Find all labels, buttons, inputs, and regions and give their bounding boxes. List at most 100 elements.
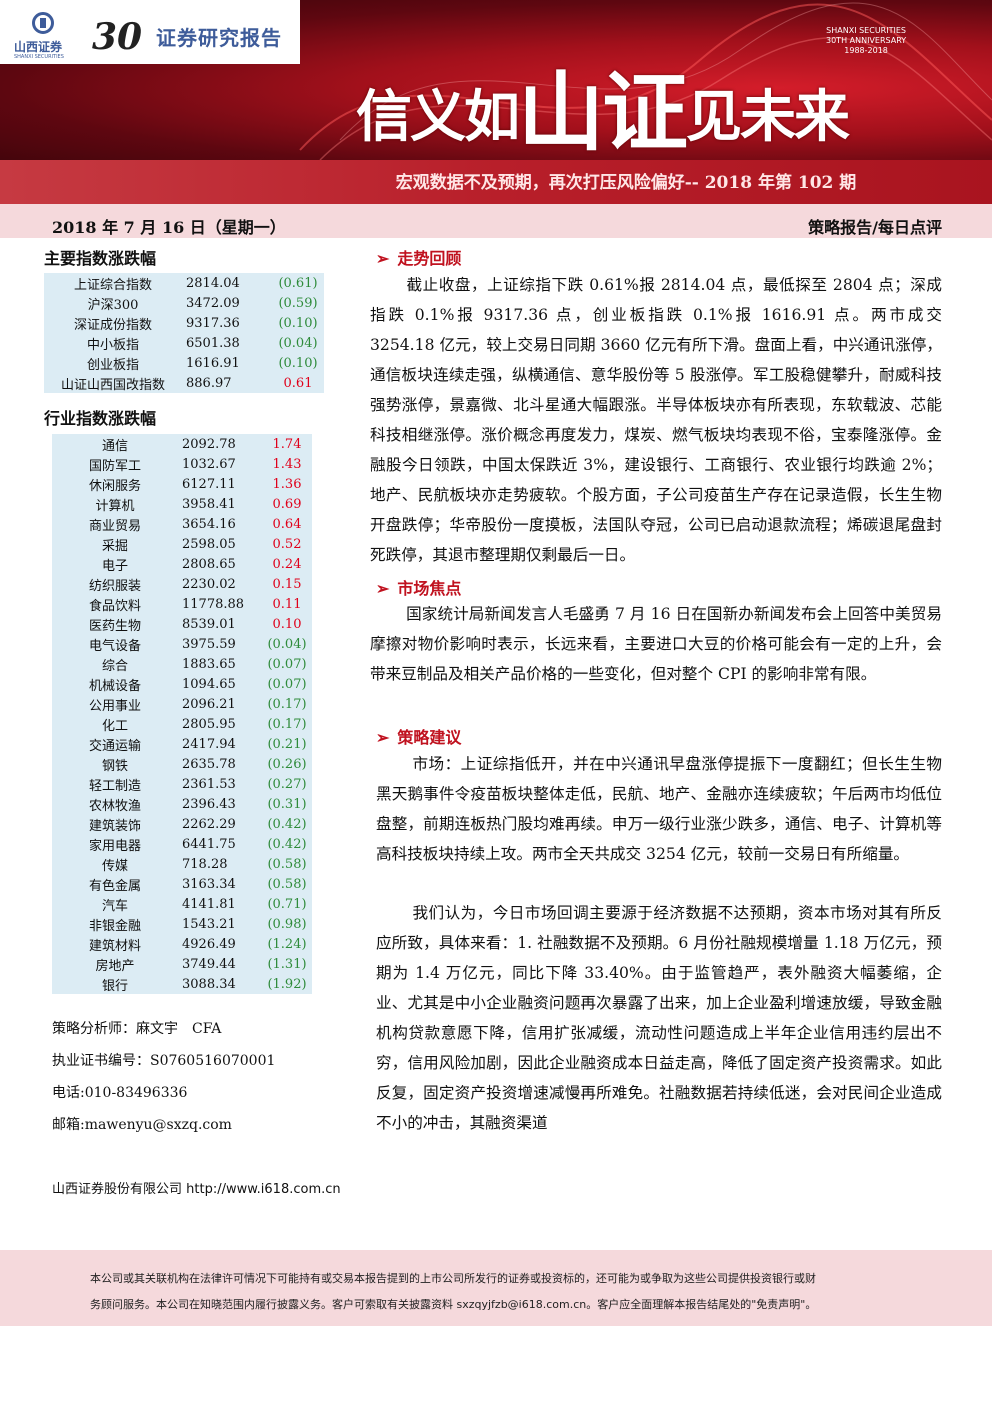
- analyst-name: 策略分析师：麻文宇 CFA: [52, 1021, 222, 1037]
- index-change: (0.04): [278, 335, 318, 351]
- index-name: 汽车: [101, 898, 128, 914]
- index-value: 1543.21: [182, 916, 236, 932]
- index-name: 公用事业: [88, 698, 141, 714]
- index-value: 886.97: [186, 375, 232, 391]
- index-change: 1.43: [272, 456, 302, 472]
- analyst-email[interactable]: 邮箱:mawenyu@sxzq.com: [52, 1114, 232, 1134]
- table-row: 汽车 4141.81 (0.71): [52, 894, 312, 914]
- index-change: 0.64: [272, 516, 302, 532]
- table-row: 农林牧渔 2396.43 (0.31): [52, 794, 312, 814]
- index-name: 通信: [101, 438, 128, 454]
- date-strip: 2018 年 7 月 16 日（星期一） 策略报告/每日点评: [0, 204, 992, 238]
- table-row: 深证成份指数 9317.36 (0.10): [44, 313, 324, 333]
- slogan-part: 信义如: [356, 84, 520, 150]
- index-value: 9317.36: [186, 315, 240, 331]
- table-row: 电气设备 3975.59 (0.04): [52, 634, 312, 654]
- table-row: 中小板指 6501.38 (0.04): [44, 333, 324, 353]
- company-footer-line[interactable]: 山西证券股份有限公司 http://www.i618.com.cn: [52, 1178, 341, 1197]
- index-value: 718.28: [182, 856, 228, 872]
- index-change: (0.42): [267, 836, 307, 852]
- index-value: 3654.16: [182, 516, 236, 532]
- index-change: 0.11: [272, 596, 302, 612]
- index-value: 2262.29: [182, 816, 236, 832]
- index-change: 1.74: [272, 436, 302, 452]
- index-change: (0.07): [267, 676, 307, 692]
- index-name: 交通运输: [88, 738, 141, 754]
- table-row: 综合 1883.65 (0.07): [52, 654, 312, 674]
- table-row: 公用事业 2096.21 (0.17): [52, 694, 312, 714]
- index-name: 医药生物: [88, 618, 141, 634]
- index-name: 传媒: [101, 858, 128, 874]
- disclaimer-line: 本公司或其关联机构在法律许可情况下可能持有或交易本报告提到的上市公司所发行的证券…: [90, 1272, 816, 1285]
- table-row: 建筑材料 4926.49 (1.24): [52, 934, 312, 954]
- index-value: 2417.94: [182, 736, 236, 752]
- index-value: 1616.91: [186, 355, 240, 371]
- index-change: (0.58): [267, 856, 307, 872]
- index-value: 11778.88: [182, 596, 245, 612]
- index-name: 计算机: [95, 498, 135, 514]
- table-row: 建筑装饰 2262.29 (0.42): [52, 814, 312, 834]
- table-row: 化工 2805.95 (0.17): [52, 714, 312, 734]
- report-date: 2018 年 7 月 16 日（星期一）: [52, 218, 286, 237]
- index-value: 6441.75: [182, 836, 236, 852]
- index-name: 非银金融: [88, 918, 141, 934]
- table-row: 非银金融 1543.21 (0.98): [52, 914, 312, 934]
- table-row: 纺织服装 2230.02 0.15: [52, 574, 312, 594]
- disclaimer-strip: 本公司或其关联机构在法律许可情况下可能持有或交易本报告提到的上市公司所发行的证券…: [0, 1250, 992, 1326]
- index-name: 采掘: [101, 538, 128, 554]
- index-name: 中小板指: [86, 337, 139, 353]
- advice-text-1: 市场：上证综指低开，并在中兴通讯早盘涨停提振下一度翻红；但长生生物黑天鹅事件令疫…: [376, 755, 942, 863]
- header-banner: 山西证券 SHANXI SECURITIES 30 证券研究报告 SHANXI …: [0, 0, 992, 160]
- table-row: 商业贸易 3654.16 0.64: [52, 514, 312, 534]
- advice-paragraph-2: 我们认为，今日市场回调主要源于经济数据不达预期，资本市场对其有所反应所致，具体来…: [376, 898, 942, 1138]
- review-text: 截止收盘，上证综指下跌 0.61%报 2814.04 点，最低探至 2804 点…: [370, 276, 942, 564]
- index-change: (0.42): [267, 816, 307, 832]
- index-change: (0.26): [267, 756, 307, 772]
- table-row: 通信 2092.78 1.74: [52, 434, 312, 454]
- table-row: 上证综合指数 2814.04 (0.61): [44, 273, 324, 293]
- index-name: 机械设备: [88, 678, 141, 694]
- arrow-right-icon: ➢: [376, 728, 390, 747]
- index-change: (1.31): [267, 956, 307, 972]
- index-change: (0.31): [267, 796, 307, 812]
- index-name: 创业板指: [86, 357, 139, 373]
- logo-company-name: 山西证券: [14, 40, 63, 54]
- index-value: 2805.95: [182, 716, 236, 732]
- badge-line: SHANXI SECURITIES: [826, 26, 906, 35]
- table-row: 银行 3088.34 (1.92): [52, 974, 312, 994]
- index-change: (0.98): [267, 916, 307, 932]
- section-advice-heading: ➢ 策略建议: [376, 724, 461, 748]
- index-value: 3975.59: [182, 636, 236, 652]
- index-change: (0.59): [278, 295, 318, 311]
- index-name: 上证综合指数: [73, 277, 152, 293]
- advice-text-2: 我们认为，今日市场回调主要源于经济数据不达预期，资本市场对其有所反应所致，具体来…: [376, 904, 942, 1132]
- main-index-title: 主要指数涨跌幅: [44, 249, 157, 268]
- index-change: (0.27): [267, 776, 307, 792]
- index-name: 银行: [101, 978, 128, 994]
- table-row: 国防军工 1032.67 1.43: [52, 454, 312, 474]
- table-row: 电子 2808.65 0.24: [52, 554, 312, 574]
- industry-index-title: 行业指数涨跌幅: [44, 409, 157, 428]
- table-row: 传媒 718.28 (0.58): [52, 854, 312, 874]
- index-name: 商业贸易: [88, 518, 141, 534]
- index-value: 2096.21: [182, 696, 236, 712]
- index-name: 电气设备: [88, 638, 141, 654]
- index-name: 有色金属: [88, 878, 141, 894]
- index-name: 综合: [101, 658, 128, 674]
- index-name: 农林牧渔: [88, 798, 141, 814]
- index-change: 0.61: [283, 375, 313, 391]
- index-change: (0.17): [267, 696, 307, 712]
- title-strip: 宏观数据不及预期，再次打压风险偏好-- 2018 年第 102 期: [0, 160, 992, 204]
- index-change: (0.61): [278, 275, 318, 291]
- table-row: 休闲服务 6127.11 1.36: [52, 474, 312, 494]
- index-value: 2230.02: [182, 576, 236, 592]
- table-row: 交通运输 2417.94 (0.21): [52, 734, 312, 754]
- table-row: 机械设备 1094.65 (0.07): [52, 674, 312, 694]
- index-change: (1.92): [267, 976, 307, 992]
- table-row: 采掘 2598.05 0.52: [52, 534, 312, 554]
- index-name: 钢铁: [101, 758, 128, 774]
- index-value: 4141.81: [182, 896, 236, 912]
- index-value: 2092.78: [182, 436, 236, 452]
- index-name: 食品饮料: [88, 598, 141, 614]
- index-name: 轻工制造: [88, 778, 141, 794]
